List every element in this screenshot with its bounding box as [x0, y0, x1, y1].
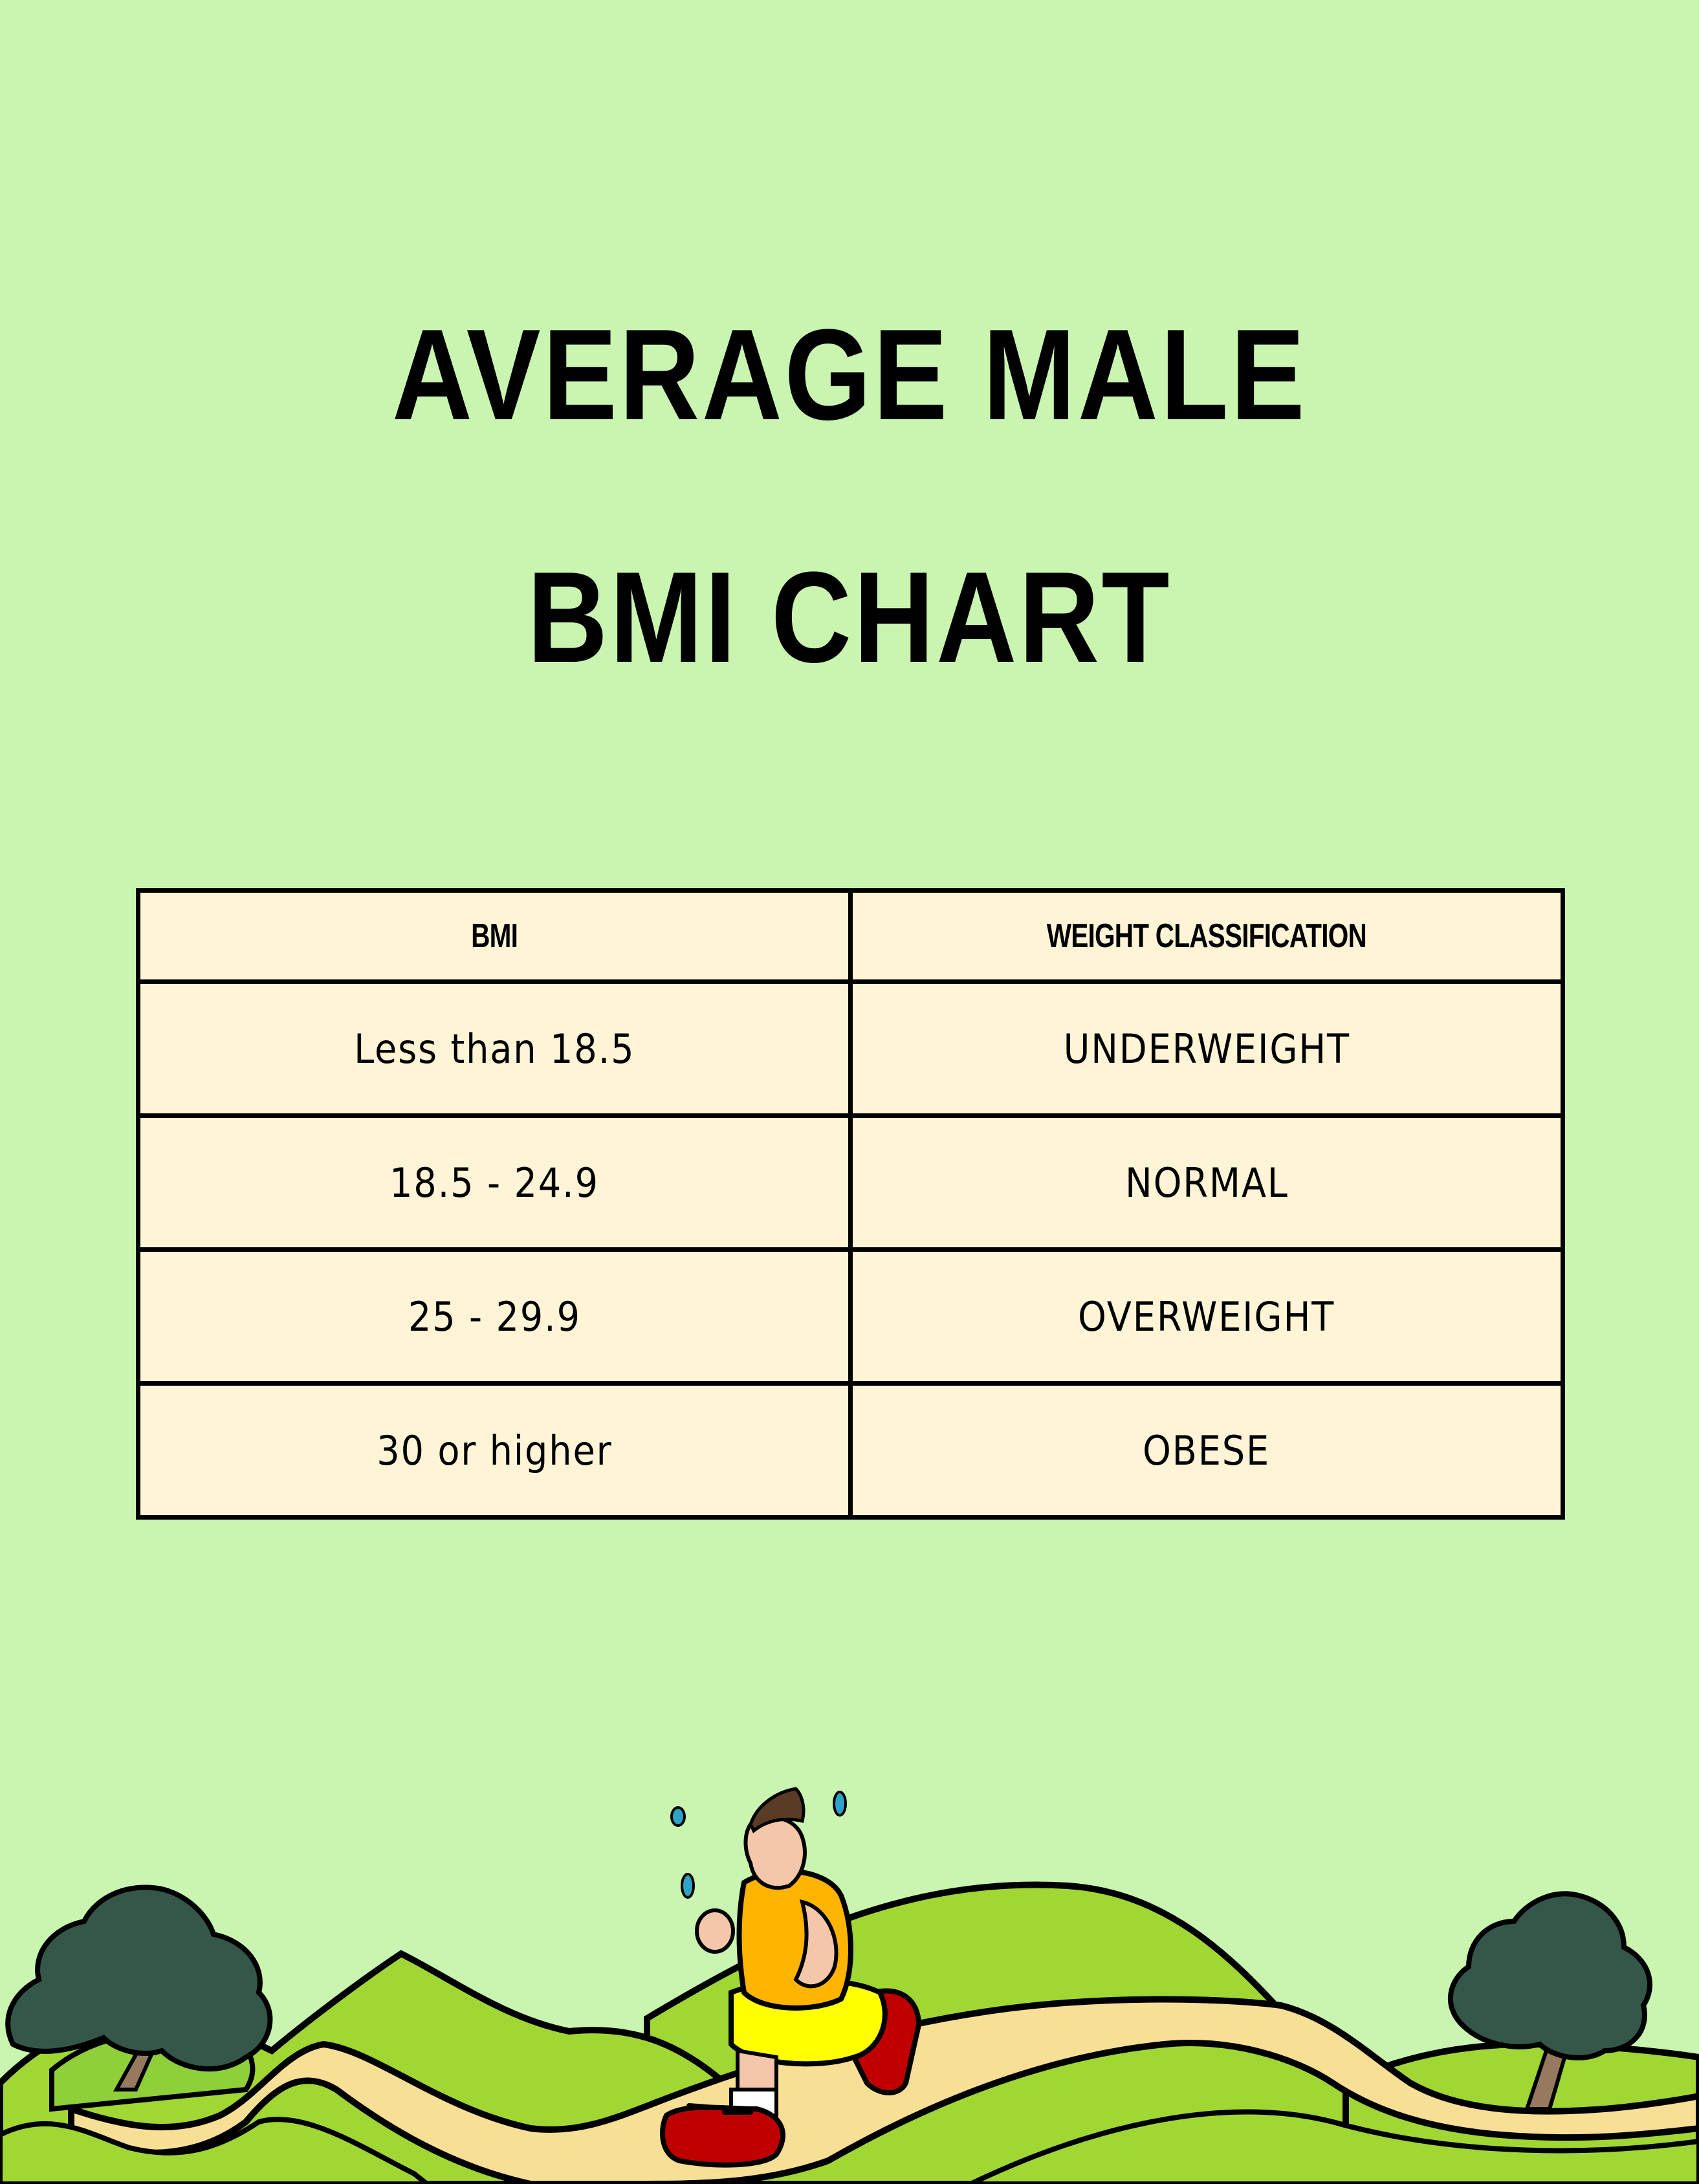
- fist: [695, 1908, 735, 1954]
- bmi-cell: Less than 18.5: [136, 979, 853, 1118]
- classification-cell: OBESE: [848, 1381, 1565, 1520]
- table-row: 30 or higher OBESE: [136, 1381, 1565, 1520]
- bmi-cell: 25 - 29.9: [136, 1247, 853, 1386]
- bmi-table: BMI WEIGHT CLASSIFICATION Less than 18.5…: [136, 888, 1565, 1520]
- jogging-illustration: [0, 1787, 1699, 2184]
- column-header-classification-label: WEIGHT CLASSIFICATION: [1046, 917, 1367, 955]
- classification-value: UNDERWEIGHT: [1063, 1025, 1350, 1073]
- table-row: 25 - 29.9 OVERWEIGHT: [136, 1247, 1565, 1386]
- table-row: Less than 18.5 UNDERWEIGHT: [136, 979, 1565, 1118]
- bmi-value: 30 or higher: [376, 1426, 613, 1474]
- title-line-1: AVERAGE MALE: [391, 303, 1308, 447]
- classification-value: OBESE: [1143, 1426, 1271, 1474]
- classification-value: NORMAL: [1124, 1159, 1289, 1207]
- bmi-value: 25 - 29.9: [408, 1293, 581, 1340]
- column-header-classification: WEIGHT CLASSIFICATION: [848, 888, 1565, 984]
- sweat-drop-icon: [670, 1806, 686, 1827]
- shoe-front: [660, 2104, 785, 2168]
- classification-cell: OVERWEIGHT: [848, 1247, 1565, 1386]
- classification-value: OVERWEIGHT: [1078, 1293, 1335, 1340]
- bmi-value: Less than 18.5: [353, 1025, 635, 1073]
- sweat-drop-icon: [833, 1791, 847, 1817]
- bmi-value: 18.5 - 24.9: [389, 1159, 599, 1207]
- column-header-bmi-label: BMI: [470, 917, 518, 955]
- column-header-bmi: BMI: [136, 888, 853, 984]
- sweat-drop-icon: [681, 1873, 695, 1899]
- classification-cell: UNDERWEIGHT: [848, 979, 1565, 1118]
- title-line-2: BMI CHART: [527, 545, 1172, 690]
- bmi-cell: 18.5 - 24.9: [136, 1113, 853, 1252]
- table-row: 18.5 - 24.9 NORMAL: [136, 1113, 1565, 1252]
- table-header-row: BMI WEIGHT CLASSIFICATION: [136, 888, 1565, 984]
- bmi-cell: 30 or higher: [136, 1381, 853, 1520]
- classification-cell: NORMAL: [848, 1113, 1565, 1252]
